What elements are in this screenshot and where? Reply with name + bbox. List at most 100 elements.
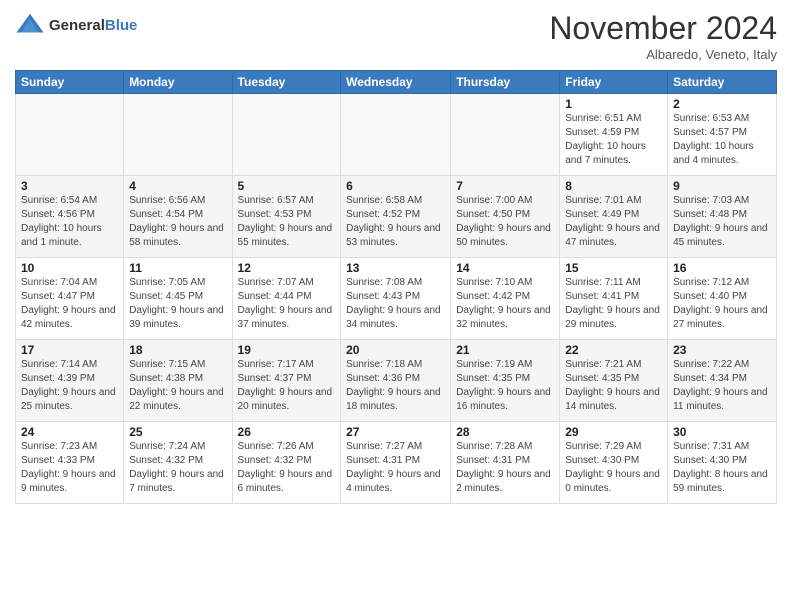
day-number: 25: [129, 425, 226, 439]
day-info: Sunrise: 7:17 AM Sunset: 4:37 PM Dayligh…: [238, 358, 336, 414]
day-number: 20: [346, 343, 445, 357]
table-row: [16, 94, 124, 176]
day-number: 28: [456, 425, 554, 439]
day-number: 6: [346, 179, 445, 193]
day-number: 8: [565, 179, 662, 193]
table-row: 15Sunrise: 7:11 AM Sunset: 4:41 PM Dayli…: [560, 258, 668, 340]
day-info: Sunrise: 7:04 AM Sunset: 4:47 PM Dayligh…: [21, 276, 118, 332]
day-number: 19: [238, 343, 336, 357]
day-info: Sunrise: 7:24 AM Sunset: 4:32 PM Dayligh…: [129, 440, 226, 496]
day-info: Sunrise: 6:54 AM Sunset: 4:56 PM Dayligh…: [21, 194, 118, 250]
table-row: 30Sunrise: 7:31 AM Sunset: 4:30 PM Dayli…: [668, 422, 777, 504]
table-row: 10Sunrise: 7:04 AM Sunset: 4:47 PM Dayli…: [16, 258, 124, 340]
table-row: 13Sunrise: 7:08 AM Sunset: 4:43 PM Dayli…: [341, 258, 451, 340]
month-title: November 2024: [549, 10, 777, 47]
day-number: 7: [456, 179, 554, 193]
table-row: 22Sunrise: 7:21 AM Sunset: 4:35 PM Dayli…: [560, 340, 668, 422]
table-row: 17Sunrise: 7:14 AM Sunset: 4:39 PM Dayli…: [16, 340, 124, 422]
day-info: Sunrise: 6:58 AM Sunset: 4:52 PM Dayligh…: [346, 194, 445, 250]
day-info: Sunrise: 7:03 AM Sunset: 4:48 PM Dayligh…: [673, 194, 771, 250]
day-info: Sunrise: 6:53 AM Sunset: 4:57 PM Dayligh…: [673, 112, 771, 168]
day-info: Sunrise: 7:10 AM Sunset: 4:42 PM Dayligh…: [456, 276, 554, 332]
day-number: 12: [238, 261, 336, 275]
day-info: Sunrise: 7:21 AM Sunset: 4:35 PM Dayligh…: [565, 358, 662, 414]
day-info: Sunrise: 7:14 AM Sunset: 4:39 PM Dayligh…: [21, 358, 118, 414]
table-row: 19Sunrise: 7:17 AM Sunset: 4:37 PM Dayli…: [232, 340, 341, 422]
day-info: Sunrise: 6:56 AM Sunset: 4:54 PM Dayligh…: [129, 194, 226, 250]
day-info: Sunrise: 7:19 AM Sunset: 4:35 PM Dayligh…: [456, 358, 554, 414]
day-info: Sunrise: 7:15 AM Sunset: 4:38 PM Dayligh…: [129, 358, 226, 414]
day-number: 13: [346, 261, 445, 275]
day-number: 23: [673, 343, 771, 357]
day-info: Sunrise: 7:29 AM Sunset: 4:30 PM Dayligh…: [565, 440, 662, 496]
day-number: 2: [673, 97, 771, 111]
day-info: Sunrise: 7:23 AM Sunset: 4:33 PM Dayligh…: [21, 440, 118, 496]
table-row: 11Sunrise: 7:05 AM Sunset: 4:45 PM Dayli…: [124, 258, 232, 340]
calendar: Sunday Monday Tuesday Wednesday Thursday…: [15, 70, 777, 504]
table-row: 5Sunrise: 6:57 AM Sunset: 4:53 PM Daylig…: [232, 176, 341, 258]
table-row: 23Sunrise: 7:22 AM Sunset: 4:34 PM Dayli…: [668, 340, 777, 422]
col-sunday: Sunday: [16, 71, 124, 94]
table-row: 29Sunrise: 7:29 AM Sunset: 4:30 PM Dayli…: [560, 422, 668, 504]
day-number: 26: [238, 425, 336, 439]
col-tuesday: Tuesday: [232, 71, 341, 94]
table-row: 16Sunrise: 7:12 AM Sunset: 4:40 PM Dayli…: [668, 258, 777, 340]
location: Albaredo, Veneto, Italy: [549, 47, 777, 62]
day-info: Sunrise: 7:18 AM Sunset: 4:36 PM Dayligh…: [346, 358, 445, 414]
day-number: 10: [21, 261, 118, 275]
table-row: 27Sunrise: 7:27 AM Sunset: 4:31 PM Dayli…: [341, 422, 451, 504]
table-row: 28Sunrise: 7:28 AM Sunset: 4:31 PM Dayli…: [451, 422, 560, 504]
logo: GeneralBlue: [15, 10, 137, 40]
col-friday: Friday: [560, 71, 668, 94]
day-info: Sunrise: 7:12 AM Sunset: 4:40 PM Dayligh…: [673, 276, 771, 332]
day-number: 16: [673, 261, 771, 275]
table-row: 20Sunrise: 7:18 AM Sunset: 4:36 PM Dayli…: [341, 340, 451, 422]
logo-blue: Blue: [105, 17, 138, 34]
day-number: 9: [673, 179, 771, 193]
table-row: 9Sunrise: 7:03 AM Sunset: 4:48 PM Daylig…: [668, 176, 777, 258]
table-row: 14Sunrise: 7:10 AM Sunset: 4:42 PM Dayli…: [451, 258, 560, 340]
table-row: 1Sunrise: 6:51 AM Sunset: 4:59 PM Daylig…: [560, 94, 668, 176]
table-row: 3Sunrise: 6:54 AM Sunset: 4:56 PM Daylig…: [16, 176, 124, 258]
day-info: Sunrise: 7:26 AM Sunset: 4:32 PM Dayligh…: [238, 440, 336, 496]
table-row: 12Sunrise: 7:07 AM Sunset: 4:44 PM Dayli…: [232, 258, 341, 340]
day-number: 24: [21, 425, 118, 439]
day-info: Sunrise: 7:31 AM Sunset: 4:30 PM Dayligh…: [673, 440, 771, 496]
day-number: 15: [565, 261, 662, 275]
col-saturday: Saturday: [668, 71, 777, 94]
table-row: 7Sunrise: 7:00 AM Sunset: 4:50 PM Daylig…: [451, 176, 560, 258]
day-info: Sunrise: 6:57 AM Sunset: 4:53 PM Dayligh…: [238, 194, 336, 250]
title-area: November 2024 Albaredo, Veneto, Italy: [549, 10, 777, 62]
day-number: 30: [673, 425, 771, 439]
day-info: Sunrise: 7:07 AM Sunset: 4:44 PM Dayligh…: [238, 276, 336, 332]
day-number: 4: [129, 179, 226, 193]
day-number: 18: [129, 343, 226, 357]
page-header: GeneralBlue November 2024 Albaredo, Vene…: [15, 10, 777, 62]
table-row: 2Sunrise: 6:53 AM Sunset: 4:57 PM Daylig…: [668, 94, 777, 176]
table-row: [341, 94, 451, 176]
table-row: [232, 94, 341, 176]
logo-text: GeneralBlue: [49, 17, 137, 34]
col-thursday: Thursday: [451, 71, 560, 94]
table-row: 4Sunrise: 6:56 AM Sunset: 4:54 PM Daylig…: [124, 176, 232, 258]
table-row: 26Sunrise: 7:26 AM Sunset: 4:32 PM Dayli…: [232, 422, 341, 504]
day-number: 27: [346, 425, 445, 439]
day-info: Sunrise: 6:51 AM Sunset: 4:59 PM Dayligh…: [565, 112, 662, 168]
day-number: 11: [129, 261, 226, 275]
col-wednesday: Wednesday: [341, 71, 451, 94]
table-row: 21Sunrise: 7:19 AM Sunset: 4:35 PM Dayli…: [451, 340, 560, 422]
day-number: 22: [565, 343, 662, 357]
day-number: 3: [21, 179, 118, 193]
day-info: Sunrise: 7:05 AM Sunset: 4:45 PM Dayligh…: [129, 276, 226, 332]
day-number: 21: [456, 343, 554, 357]
day-number: 29: [565, 425, 662, 439]
table-row: 18Sunrise: 7:15 AM Sunset: 4:38 PM Dayli…: [124, 340, 232, 422]
day-info: Sunrise: 7:01 AM Sunset: 4:49 PM Dayligh…: [565, 194, 662, 250]
day-info: Sunrise: 7:11 AM Sunset: 4:41 PM Dayligh…: [565, 276, 662, 332]
day-info: Sunrise: 7:27 AM Sunset: 4:31 PM Dayligh…: [346, 440, 445, 496]
table-row: 24Sunrise: 7:23 AM Sunset: 4:33 PM Dayli…: [16, 422, 124, 504]
day-number: 14: [456, 261, 554, 275]
table-row: 6Sunrise: 6:58 AM Sunset: 4:52 PM Daylig…: [341, 176, 451, 258]
day-info: Sunrise: 7:00 AM Sunset: 4:50 PM Dayligh…: [456, 194, 554, 250]
day-number: 17: [21, 343, 118, 357]
